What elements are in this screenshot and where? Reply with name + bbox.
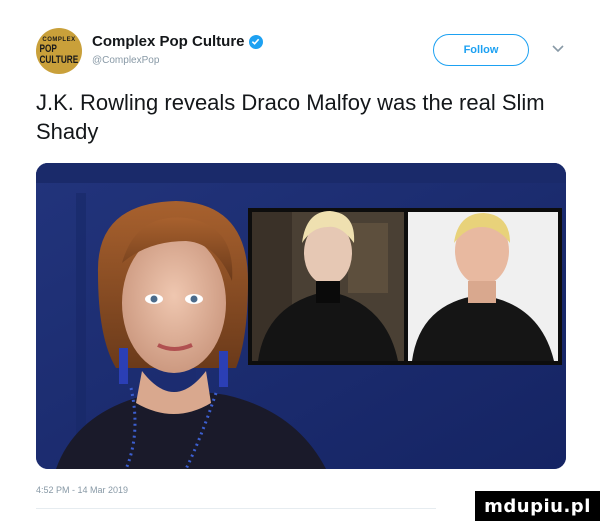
account-avatar[interactable]: COMPLEX POP CULTURE — [36, 28, 82, 74]
tweet-media-image[interactable] — [36, 163, 566, 469]
tweet-timestamp[interactable]: 4:52 PM - 14 Mar 2019 — [36, 485, 128, 495]
account-handle[interactable]: @ComplexPop — [92, 55, 159, 66]
verified-badge-icon — [248, 34, 263, 49]
tweet-text: J.K. Rowling reveals Draco Malfoy was th… — [36, 90, 545, 144]
watermark-logo: mdupiu.pl — [475, 491, 600, 521]
divider — [36, 508, 436, 509]
display-name-text: Complex Pop Culture — [92, 33, 245, 50]
display-name[interactable]: Complex Pop Culture — [92, 33, 263, 50]
follow-button[interactable]: Follow — [433, 34, 529, 66]
media-photo — [36, 163, 566, 469]
chevron-down-icon[interactable] — [551, 44, 565, 54]
avatar-text-bottom: POP CULTURE — [39, 42, 79, 66]
